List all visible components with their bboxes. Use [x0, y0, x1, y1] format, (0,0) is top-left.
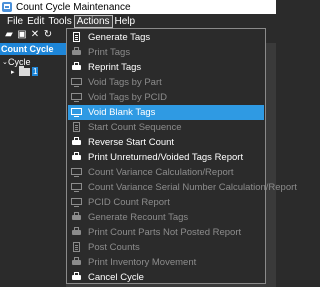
menu-actions[interactable]: Actions — [73, 14, 113, 28]
tree-node-item[interactable]: ▸ 1 — [11, 65, 39, 76]
printer-icon — [71, 62, 82, 73]
screen-icon — [71, 77, 82, 88]
document-icon — [71, 242, 82, 253]
menu-item-generate-tags[interactable]: Generate Tags — [68, 30, 264, 45]
menu-item-print-unreturned-voided-tags-report[interactable]: Print Unreturned/Voided Tags Report — [68, 150, 264, 165]
folder-icon — [19, 65, 30, 76]
screen-icon — [71, 107, 82, 118]
printer-icon — [71, 227, 82, 238]
menu-bar: File Edit Tools Actions Help — [0, 14, 276, 28]
document-icon — [71, 32, 82, 43]
menu-item-count-variance-calculation-report: Count Variance Calculation/Report — [68, 165, 264, 180]
menu-item-print-tags: Print Tags — [68, 45, 264, 60]
printer-icon — [71, 152, 82, 163]
app-icon — [2, 2, 12, 12]
printer-icon — [71, 47, 82, 58]
tree-item-badge: 1 — [32, 67, 39, 76]
menu-item-cancel-cycle[interactable]: Cancel Cycle — [68, 270, 264, 285]
screen-icon — [71, 92, 82, 103]
document-icon — [71, 122, 82, 133]
window-title: Count Cycle Maintenance — [16, 1, 131, 13]
screen-icon — [71, 197, 82, 208]
screen-icon — [71, 182, 82, 193]
collapse-arrow-icon[interactable]: ▸ — [11, 68, 17, 76]
menu-tools[interactable]: Tools — [46, 15, 73, 28]
menu-item-start-count-sequence: Start Count Sequence — [68, 120, 264, 135]
screen-icon — [71, 167, 82, 178]
menu-item-print-inventory-movement: Print Inventory Movement — [68, 255, 264, 270]
menu-item-void-tags-by-part: Void Tags by Part — [68, 75, 264, 90]
printer-icon — [71, 257, 82, 268]
menu-item-print-count-parts-not-posted-report: Print Count Parts Not Posted Report — [68, 225, 264, 240]
menu-item-void-blank-tags[interactable]: Void Blank Tags — [68, 105, 264, 120]
printer-icon — [71, 212, 82, 223]
tree-node-cycle[interactable]: ⌄ Cycle — [2, 57, 31, 67]
menu-help[interactable]: Help — [113, 15, 138, 28]
open-folder-icon[interactable]: ▰ — [4, 30, 14, 40]
left-panel: Count Cycle ⌄ Cycle ▸ 1 — [0, 43, 66, 287]
title-bar: Count Cycle Maintenance — [0, 0, 276, 14]
menu-item-reverse-start-count[interactable]: Reverse Start Count — [68, 135, 264, 150]
menu-item-pcid-count-report: PCID Count Report — [68, 195, 264, 210]
refresh-icon[interactable]: ↻ — [43, 30, 53, 40]
menu-item-reprint-tags[interactable]: Reprint Tags — [68, 60, 264, 75]
menu-item-generate-recount-tags: Generate Recount Tags — [68, 210, 264, 225]
menu-item-count-variance-serial-number-report: Count Variance Serial Number Calculation… — [68, 180, 297, 195]
menu-edit[interactable]: Edit — [25, 15, 46, 28]
actions-dropdown-menu: Generate Tags Print Tags Reprint Tags Vo… — [66, 28, 297, 285]
save-icon[interactable]: ▣ — [17, 30, 27, 40]
printer-icon — [71, 272, 82, 283]
delete-icon[interactable]: ✕ — [30, 30, 40, 40]
menu-item-void-tags-by-pcid: Void Tags by PCID — [68, 90, 264, 105]
menu-item-post-counts: Post Counts — [68, 240, 264, 255]
menu-file[interactable]: File — [5, 15, 25, 28]
panel-header: Count Cycle — [0, 43, 66, 55]
printer-icon — [71, 137, 82, 148]
